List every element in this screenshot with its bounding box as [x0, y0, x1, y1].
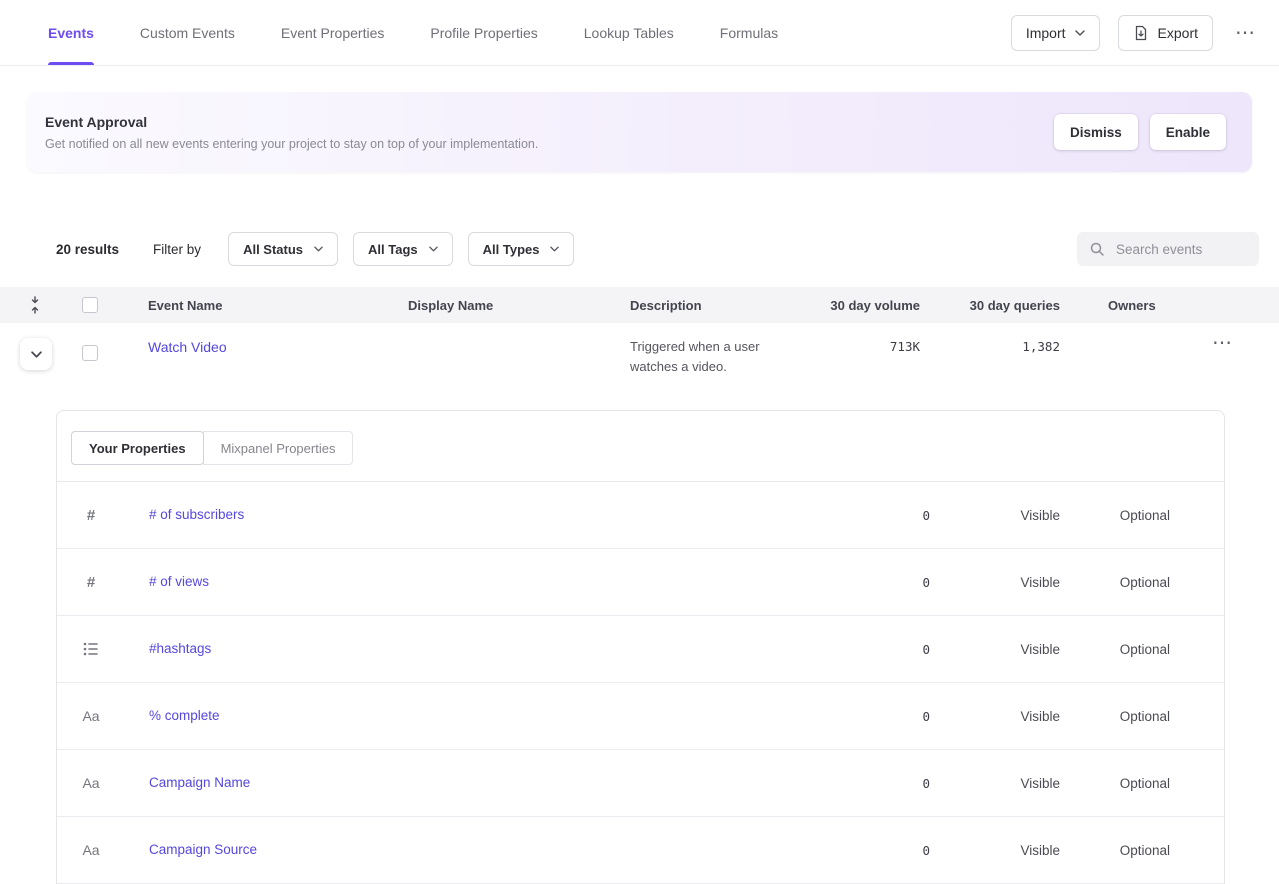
property-count: 0	[810, 508, 930, 523]
tab-formulas[interactable]: Formulas	[720, 0, 778, 65]
property-row: #hashtags 0 Visible Optional	[57, 616, 1224, 683]
property-name-link[interactable]: % complete	[149, 708, 220, 723]
number-icon: #	[87, 507, 95, 524]
search-events-input[interactable]	[1114, 241, 1247, 258]
export-csv-icon	[1133, 25, 1149, 41]
column-header-event-name[interactable]: Event Name	[110, 298, 408, 313]
chevron-down-icon	[314, 246, 323, 252]
property-requirement[interactable]: Optional	[1060, 709, 1170, 724]
tab-events[interactable]: Events	[48, 0, 94, 65]
property-count: 0	[810, 575, 930, 590]
event-description: Triggered when a user watches a video.	[630, 323, 806, 377]
chevron-down-icon	[31, 351, 42, 358]
property-count: 0	[810, 709, 930, 724]
properties-tabs: Your Properties Mixpanel Properties	[57, 411, 1224, 482]
lexicon-tabs: Events Custom Events Event Properties Pr…	[48, 0, 778, 65]
column-header-display-name[interactable]: Display Name	[408, 298, 630, 313]
event-display-name	[408, 323, 584, 337]
property-requirement[interactable]: Optional	[1060, 776, 1170, 791]
nav-more-button[interactable]: ⋯	[1231, 21, 1259, 45]
list-icon	[83, 642, 99, 656]
property-name-link[interactable]: Campaign Name	[149, 775, 250, 790]
property-visibility[interactable]: Visible	[930, 642, 1060, 657]
tab-your-properties[interactable]: Your Properties	[71, 431, 204, 465]
tab-event-properties[interactable]: Event Properties	[281, 0, 385, 65]
chevron-down-icon	[550, 246, 559, 252]
results-count: 20 results	[56, 242, 119, 257]
import-button[interactable]: Import	[1011, 15, 1100, 51]
banner-actions: Dismiss Enable	[1054, 114, 1226, 150]
row-more-button[interactable]: ⋯	[1208, 331, 1236, 355]
property-row: Aa % complete 0 Visible Optional	[57, 683, 1224, 750]
number-icon: #	[87, 574, 95, 591]
event-properties-panel: Your Properties Mixpanel Properties # # …	[56, 410, 1225, 884]
property-row: # # of views 0 Visible Optional	[57, 549, 1224, 616]
property-row: Aa Campaign Source 0 Visible Optional	[57, 817, 1224, 884]
import-button-label: Import	[1026, 25, 1066, 41]
column-header-owners[interactable]: Owners	[1060, 298, 1180, 313]
property-visibility[interactable]: Visible	[930, 776, 1060, 791]
top-navigation: Events Custom Events Event Properties Pr…	[0, 0, 1279, 66]
column-header-30-day-volume[interactable]: 30 day volume	[820, 298, 920, 313]
property-visibility[interactable]: Visible	[930, 575, 1060, 590]
select-all-checkbox[interactable]	[82, 297, 98, 313]
enable-button[interactable]: Enable	[1150, 114, 1226, 150]
search-icon	[1089, 241, 1105, 257]
column-header-30-day-queries[interactable]: 30 day queries	[920, 298, 1060, 313]
status-filter-dropdown[interactable]: All Status	[228, 232, 338, 266]
property-requirement[interactable]: Optional	[1060, 642, 1170, 657]
chevron-down-icon	[1075, 30, 1085, 36]
tab-profile-properties[interactable]: Profile Properties	[430, 0, 537, 65]
property-visibility[interactable]: Visible	[930, 508, 1060, 523]
text-icon: Aa	[82, 775, 99, 791]
types-filter-dropdown[interactable]: All Types	[468, 232, 575, 266]
collapse-row-button[interactable]	[20, 338, 52, 370]
dismiss-button[interactable]: Dismiss	[1054, 114, 1138, 150]
more-icon: ⋯	[1235, 22, 1255, 44]
tab-lookup-tables[interactable]: Lookup Tables	[584, 0, 674, 65]
property-count: 0	[810, 642, 930, 657]
property-row: # # of subscribers 0 Visible Optional	[57, 482, 1224, 549]
column-header-description[interactable]: Description	[630, 298, 820, 313]
banner-title: Event Approval	[45, 114, 538, 130]
types-filter-label: All Types	[483, 242, 540, 257]
property-visibility[interactable]: Visible	[930, 843, 1060, 858]
event-row-watch-video: Watch Video Triggered when a user watche…	[0, 323, 1279, 390]
tags-filter-dropdown[interactable]: All Tags	[353, 232, 453, 266]
text-icon: Aa	[82, 842, 99, 858]
export-button-label: Export	[1158, 25, 1198, 41]
tab-custom-events[interactable]: Custom Events	[140, 0, 235, 65]
banner-text: Event Approval Get notified on all new e…	[45, 114, 538, 151]
property-name-link[interactable]: #hashtags	[149, 641, 211, 656]
status-filter-label: All Status	[243, 242, 303, 257]
property-requirement[interactable]: Optional	[1060, 508, 1170, 523]
event-approval-banner: Event Approval Get notified on all new e…	[27, 92, 1252, 172]
event-30-day-volume: 713K	[820, 323, 920, 354]
filter-bar: 20 results Filter by All Status All Tags…	[56, 232, 1259, 266]
property-name-link[interactable]: # of views	[149, 574, 209, 589]
property-name-link[interactable]: # of subscribers	[149, 507, 244, 522]
property-requirement[interactable]: Optional	[1060, 575, 1170, 590]
property-requirement[interactable]: Optional	[1060, 843, 1170, 858]
property-row: Aa Campaign Name 0 Visible Optional	[57, 750, 1224, 817]
export-button[interactable]: Export	[1118, 15, 1213, 51]
search-events-box	[1077, 232, 1259, 266]
tab-mixpanel-properties[interactable]: Mixpanel Properties	[203, 431, 354, 465]
row-checkbox[interactable]	[82, 345, 98, 361]
property-count: 0	[810, 843, 930, 858]
banner-description: Get notified on all new events entering …	[45, 137, 538, 151]
event-30-day-queries: 1,382	[920, 323, 1060, 354]
collapse-all-rows-icon[interactable]	[28, 296, 70, 314]
event-name-link[interactable]: Watch Video	[148, 339, 227, 355]
filter-by-label: Filter by	[153, 242, 201, 257]
property-visibility[interactable]: Visible	[930, 709, 1060, 724]
text-icon: Aa	[82, 708, 99, 724]
property-name-link[interactable]: Campaign Source	[149, 842, 257, 857]
chevron-down-icon	[429, 246, 438, 252]
more-icon: ⋯	[1212, 332, 1232, 354]
property-count: 0	[810, 776, 930, 791]
nav-actions: Import Export ⋯	[1011, 0, 1259, 65]
events-table-header: Event Name Display Name Description 30 d…	[0, 287, 1279, 323]
tags-filter-label: All Tags	[368, 242, 418, 257]
